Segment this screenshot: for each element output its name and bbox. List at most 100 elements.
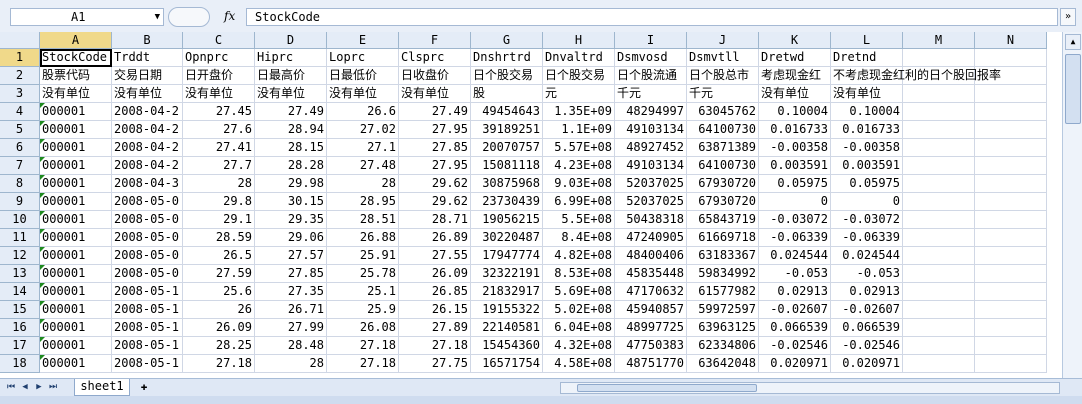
table-cell[interactable]: 27.45 — [183, 103, 255, 121]
table-cell[interactable]: 63963125 — [687, 319, 759, 337]
table-cell[interactable]: 没有单位 — [183, 85, 255, 103]
table-cell[interactable]: Trddt — [112, 49, 183, 67]
table-cell[interactable]: 千元 — [687, 85, 759, 103]
column-header-f[interactable]: F — [399, 32, 471, 49]
table-cell[interactable]: 8.4E+08 — [543, 229, 615, 247]
row-header[interactable]: 18 — [0, 355, 40, 373]
table-cell[interactable]: 000001 — [40, 319, 112, 337]
table-cell[interactable]: 没有单位 — [112, 85, 183, 103]
table-cell[interactable]: 27.18 — [183, 355, 255, 373]
column-header-m[interactable]: M — [903, 32, 975, 49]
table-cell[interactable]: 日最高价 — [255, 67, 327, 85]
table-cell[interactable]: 27.18 — [327, 337, 399, 355]
next-sheet-icon[interactable]: ▶ — [34, 382, 44, 392]
table-cell[interactable]: 000001 — [40, 229, 112, 247]
table-cell[interactable]: -0.02546 — [831, 337, 903, 355]
table-cell[interactable]: 2008-05-0 — [112, 229, 183, 247]
table-cell[interactable]: 2008-05-0 — [112, 265, 183, 283]
table-cell[interactable]: 000001 — [40, 247, 112, 265]
row-header[interactable]: 5 — [0, 121, 40, 139]
table-cell[interactable]: 47240905 — [615, 229, 687, 247]
table-cell[interactable]: 28.94 — [255, 121, 327, 139]
prev-sheet-icon[interactable]: ◀ — [20, 382, 30, 392]
table-cell[interactable]: 28.71 — [399, 211, 471, 229]
table-cell[interactable]: 2008-04-3 — [112, 175, 183, 193]
table-cell[interactable]: 27.6 — [183, 121, 255, 139]
table-cell[interactable]: 0 — [831, 193, 903, 211]
table-cell[interactable]: 27.85 — [399, 139, 471, 157]
table-cell[interactable]: 49454643 — [471, 103, 543, 121]
row-header[interactable]: 13 — [0, 265, 40, 283]
table-cell[interactable]: 26.09 — [399, 265, 471, 283]
table-cell[interactable] — [975, 355, 1047, 373]
table-cell[interactable]: 28 — [183, 175, 255, 193]
table-cell[interactable]: 47750383 — [615, 337, 687, 355]
table-cell[interactable]: 48751770 — [615, 355, 687, 373]
table-cell[interactable]: 28.28 — [255, 157, 327, 175]
table-cell[interactable]: 000001 — [40, 139, 112, 157]
table-cell[interactable]: 000001 — [40, 103, 112, 121]
table-cell[interactable] — [975, 49, 1047, 67]
table-cell[interactable] — [903, 175, 975, 193]
table-cell[interactable]: 59834992 — [687, 265, 759, 283]
table-cell[interactable] — [903, 229, 975, 247]
table-cell[interactable] — [975, 157, 1047, 175]
table-cell[interactable] — [903, 157, 975, 175]
table-cell[interactable] — [903, 301, 975, 319]
table-cell[interactable]: 没有单位 — [759, 85, 831, 103]
table-cell[interactable]: 48927452 — [615, 139, 687, 157]
column-header-n[interactable]: N — [975, 32, 1047, 49]
table-cell[interactable]: -0.00358 — [831, 139, 903, 157]
table-cell[interactable]: 64100730 — [687, 121, 759, 139]
table-cell[interactable]: 0.02913 — [831, 283, 903, 301]
table-cell[interactable]: 27.89 — [399, 319, 471, 337]
column-header-g[interactable]: G — [471, 32, 543, 49]
table-cell[interactable]: 15081118 — [471, 157, 543, 175]
table-cell[interactable]: 27.99 — [255, 319, 327, 337]
table-cell[interactable]: 26.6 — [327, 103, 399, 121]
table-cell[interactable]: -0.06339 — [831, 229, 903, 247]
table-cell[interactable]: 27.1 — [327, 139, 399, 157]
insert-function-button[interactable]: fx — [168, 7, 242, 27]
table-cell[interactable]: 52037025 — [615, 193, 687, 211]
table-cell[interactable]: 16571754 — [471, 355, 543, 373]
table-cell[interactable]: 29.62 — [399, 175, 471, 193]
table-cell[interactable]: 1.1E+09 — [543, 121, 615, 139]
table-cell[interactable]: 5.69E+08 — [543, 283, 615, 301]
table-cell[interactable]: 30.15 — [255, 193, 327, 211]
table-cell[interactable] — [975, 103, 1047, 121]
table-cell[interactable]: 27.75 — [399, 355, 471, 373]
table-cell[interactable]: 0.066539 — [759, 319, 831, 337]
table-cell[interactable]: 19155322 — [471, 301, 543, 319]
scroll-up-icon[interactable]: ▲ — [1065, 34, 1081, 50]
table-cell[interactable]: 股 — [471, 85, 543, 103]
table-cell[interactable]: 千元 — [615, 85, 687, 103]
table-cell[interactable]: 6.04E+08 — [543, 319, 615, 337]
table-cell[interactable] — [975, 247, 1047, 265]
table-cell[interactable]: 59972597 — [687, 301, 759, 319]
row-header[interactable]: 16 — [0, 319, 40, 337]
table-cell[interactable] — [903, 355, 975, 373]
table-cell[interactable]: 1.35E+09 — [543, 103, 615, 121]
horizontal-scrollbar[interactable] — [560, 382, 1060, 394]
table-cell[interactable]: -0.053 — [759, 265, 831, 283]
table-cell[interactable]: 61669718 — [687, 229, 759, 247]
table-cell[interactable]: 000001 — [40, 355, 112, 373]
table-cell[interactable] — [903, 319, 975, 337]
table-cell[interactable]: 63642048 — [687, 355, 759, 373]
table-cell[interactable]: 65843719 — [687, 211, 759, 229]
table-cell[interactable]: 0.020971 — [831, 355, 903, 373]
table-cell[interactable]: 49103134 — [615, 157, 687, 175]
table-cell[interactable]: 27.02 — [327, 121, 399, 139]
column-header-i[interactable]: I — [615, 32, 687, 49]
table-cell[interactable]: 28.59 — [183, 229, 255, 247]
table-cell[interactable]: 27.57 — [255, 247, 327, 265]
table-cell[interactable]: 000001 — [40, 211, 112, 229]
row-header[interactable]: 2 — [0, 67, 40, 85]
table-cell[interactable]: 19056215 — [471, 211, 543, 229]
table-cell[interactable]: 30875968 — [471, 175, 543, 193]
table-cell[interactable]: 27.95 — [399, 157, 471, 175]
table-cell[interactable]: 48997725 — [615, 319, 687, 337]
table-cell[interactable]: 29.35 — [255, 211, 327, 229]
table-cell[interactable]: 23730439 — [471, 193, 543, 211]
